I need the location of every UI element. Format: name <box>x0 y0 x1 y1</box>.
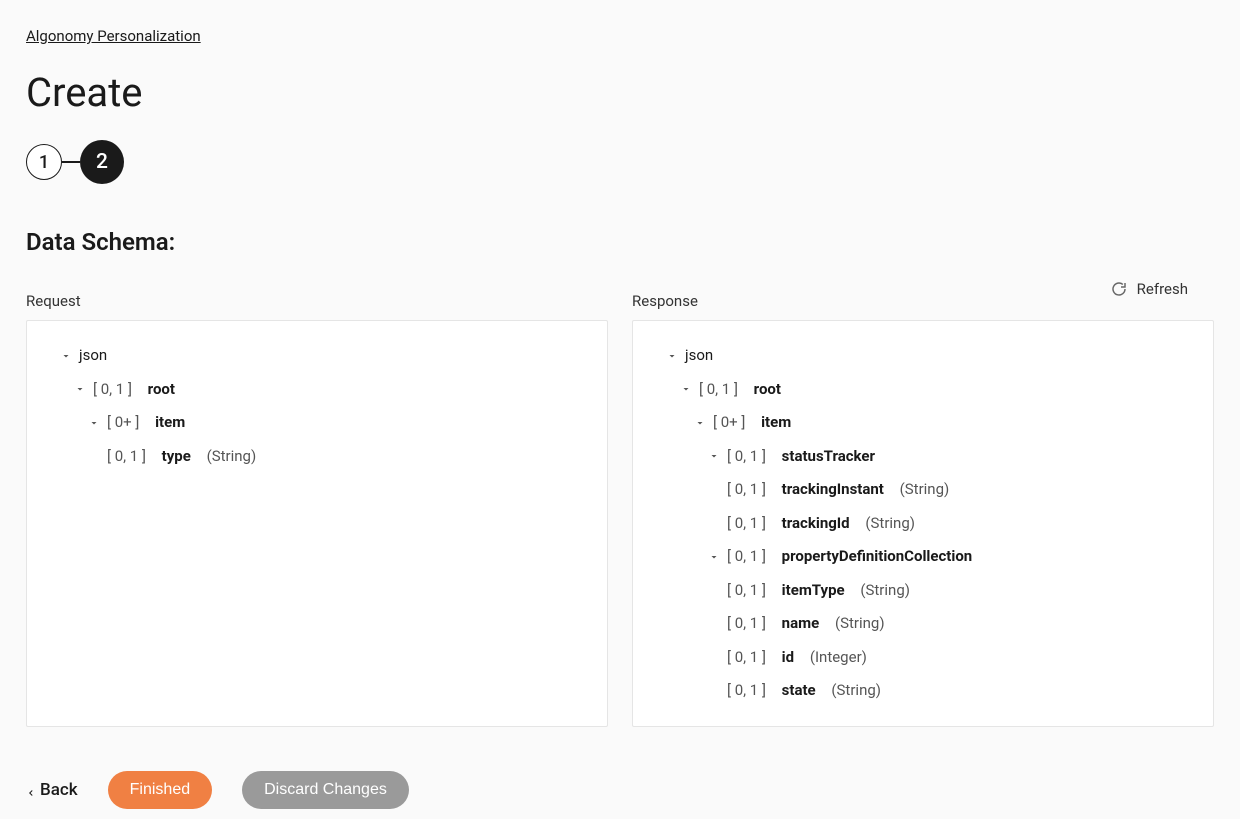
tree-node-trackinginstant[interactable]: [ 0, 1 ] trackingInstant (String) <box>647 473 1199 507</box>
response-panel: json [ 0, 1 ] root [ 0+ ] item [ 0, 1 ] … <box>632 320 1214 727</box>
chevron-down-icon[interactable] <box>73 383 87 395</box>
tree-node-statustracker[interactable]: [ 0, 1 ] statusTracker <box>647 440 1199 474</box>
cardinality: [ 0, 1 ] <box>727 477 766 503</box>
data-type: (String) <box>900 477 950 503</box>
cardinality: [ 0+ ] <box>713 410 745 436</box>
tree-node-trackingid[interactable]: [ 0, 1 ] trackingId (String) <box>647 507 1199 541</box>
data-type: (String) <box>860 578 910 604</box>
tree-node-state[interactable]: [ 0, 1 ] state (String) <box>647 674 1199 708</box>
tree-label: item <box>155 410 185 436</box>
data-type: (Integer) <box>810 645 867 671</box>
tree-label: itemType <box>782 578 845 604</box>
step-connector <box>62 161 80 163</box>
tree-label: item <box>761 410 791 436</box>
cardinality: [ 0, 1 ] <box>727 578 766 604</box>
chevron-down-icon[interactable] <box>665 350 679 362</box>
chevron-down-icon[interactable] <box>679 383 693 395</box>
tree-label: trackingId <box>782 511 850 537</box>
section-title-data-schema: Data Schema: <box>26 228 1214 256</box>
response-label: Response <box>632 292 1214 310</box>
cardinality: [ 0, 1 ] <box>727 544 766 570</box>
cardinality: [ 0, 1 ] <box>727 645 766 671</box>
chevron-down-icon[interactable] <box>59 350 73 362</box>
stepper: 1 2 <box>26 140 1214 184</box>
cardinality: [ 0+ ] <box>107 410 139 436</box>
cardinality: [ 0, 1 ] <box>727 511 766 537</box>
request-label: Request <box>26 292 608 310</box>
cardinality: [ 0, 1 ] <box>727 678 766 704</box>
breadcrumb-link[interactable]: Algonomy Personalization <box>26 27 201 45</box>
data-type: (String) <box>831 678 881 704</box>
tree-node-item[interactable]: [ 0+ ] item <box>41 406 593 440</box>
chevron-down-icon[interactable] <box>693 417 707 429</box>
tree-label: type <box>162 444 191 470</box>
data-type: (String) <box>207 444 257 470</box>
tree-label: root <box>148 377 175 403</box>
tree-label: statusTracker <box>782 444 875 470</box>
discard-changes-button[interactable]: Discard Changes <box>242 771 409 809</box>
tree-label: id <box>782 645 794 671</box>
tree-label: propertyDefinitionCollection <box>782 544 973 570</box>
tree-node-type[interactable]: [ 0, 1 ] type (String) <box>41 440 593 474</box>
tree-node-itemtype[interactable]: [ 0, 1 ] itemType (String) <box>647 574 1199 608</box>
data-type: (String) <box>835 611 885 637</box>
tree-label: root <box>754 377 781 403</box>
tree-label: json <box>79 343 107 369</box>
back-button[interactable]: Back <box>26 780 78 800</box>
tree-node-name[interactable]: [ 0, 1 ] name (String) <box>647 607 1199 641</box>
page-title: Create <box>26 69 1214 116</box>
tree-node-root[interactable]: [ 0, 1 ] root <box>647 373 1199 407</box>
chevron-down-icon[interactable] <box>87 417 101 429</box>
step-1[interactable]: 1 <box>26 144 62 180</box>
tree-node-item[interactable]: [ 0+ ] item <box>647 406 1199 440</box>
request-panel: json [ 0, 1 ] root [ 0+ ] item [ 0, 1 ] … <box>26 320 608 727</box>
tree-node-propertydefinitioncollection[interactable]: [ 0, 1 ] propertyDefinitionCollection <box>647 540 1199 574</box>
chevron-down-icon[interactable] <box>707 450 721 462</box>
cardinality: [ 0, 1 ] <box>93 377 132 403</box>
cardinality: [ 0, 1 ] <box>107 444 146 470</box>
back-label: Back <box>40 780 78 800</box>
chevron-left-icon <box>26 783 36 797</box>
cardinality: [ 0, 1 ] <box>727 611 766 637</box>
tree-label: state <box>782 678 816 704</box>
cardinality: [ 0, 1 ] <box>699 377 738 403</box>
tree-node-json[interactable]: json <box>41 339 593 373</box>
chevron-down-icon[interactable] <box>707 551 721 563</box>
tree-node-root[interactable]: [ 0, 1 ] root <box>41 373 593 407</box>
tree-label: json <box>685 343 713 369</box>
tree-label: trackingInstant <box>782 477 884 503</box>
step-2[interactable]: 2 <box>80 140 124 184</box>
cardinality: [ 0, 1 ] <box>727 444 766 470</box>
tree-node-id[interactable]: [ 0, 1 ] id (Integer) <box>647 641 1199 675</box>
data-type: (String) <box>865 511 915 537</box>
tree-node-json[interactable]: json <box>647 339 1199 373</box>
tree-label: name <box>782 611 820 637</box>
finished-button[interactable]: Finished <box>108 771 212 809</box>
